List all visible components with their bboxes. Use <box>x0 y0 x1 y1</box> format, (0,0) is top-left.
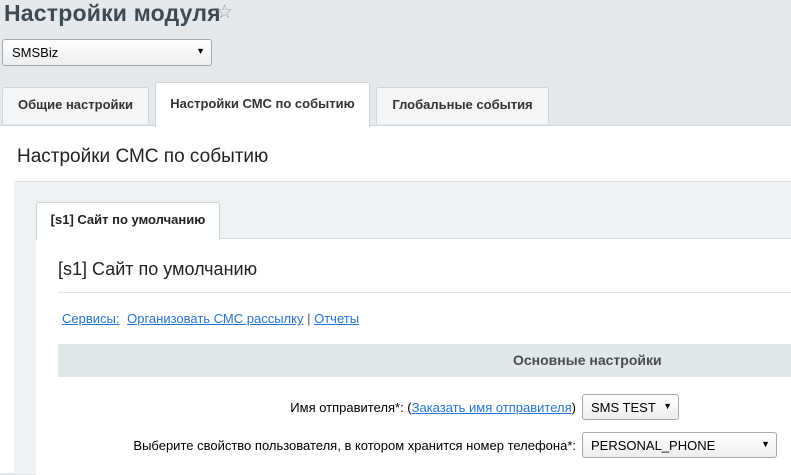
sender-name-select[interactable]: SMS TEST ▼ <box>582 394 679 420</box>
order-sender-link[interactable]: Заказать имя отправителя <box>412 400 572 415</box>
sender-name-label: Имя отправителя*: (Заказать имя отправит… <box>180 400 576 415</box>
chevron-down-icon: ▼ <box>761 439 770 449</box>
section-title: Основные настройки <box>513 352 662 368</box>
reports-link[interactable]: Отчеты <box>314 311 359 326</box>
tab-sms-event-settings[interactable]: Настройки СМС по событию <box>155 82 370 127</box>
sender-label-suffix: ) <box>571 400 576 415</box>
site-tabs-area: [s1] Сайт по умолчанию [s1] Сайт по умол… <box>14 181 791 475</box>
organize-sms-link[interactable]: Организовать СМС рассылку <box>127 311 303 326</box>
phone-property-select[interactable]: PERSONAL_PHONE ▼ <box>582 432 777 458</box>
site-title: [s1] Сайт по умолчанию <box>58 259 258 279</box>
services-link[interactable]: Сервисы: <box>62 311 119 326</box>
star-icon[interactable]: ☆ <box>216 2 233 24</box>
phone-property-label: Выберите свойство пользователя, в которо… <box>133 438 576 453</box>
module-select[interactable]: SMSBiz ▼ <box>2 39 212 66</box>
sender-name-value: SMS TEST <box>591 400 656 415</box>
sender-label-prefix: Имя отправителя*: ( <box>290 400 412 415</box>
service-links: Сервисы: Организовать СМС рассылку | Отч… <box>62 311 359 326</box>
tab-general-settings[interactable]: Общие настройки <box>2 87 149 124</box>
settings-panel: Настройки СМС по событию [s1] Сайт по ум… <box>0 125 791 475</box>
chevron-down-icon: ▼ <box>196 46 205 56</box>
page-title: Настройки модуля <box>4 0 221 26</box>
panel-title: Настройки СМС по событию <box>17 146 269 167</box>
link-separator: | <box>307 311 311 326</box>
tab-site-s1[interactable]: [s1] Сайт по умолчанию <box>36 202 220 240</box>
section-header: Основные настройки <box>58 344 791 377</box>
chevron-down-icon: ▼ <box>663 401 672 411</box>
module-select-value: SMSBiz <box>12 45 59 60</box>
divider <box>58 292 791 293</box>
phone-property-value: PERSONAL_PHONE <box>591 438 716 453</box>
tab-global-events[interactable]: Глобальные события <box>376 87 549 124</box>
